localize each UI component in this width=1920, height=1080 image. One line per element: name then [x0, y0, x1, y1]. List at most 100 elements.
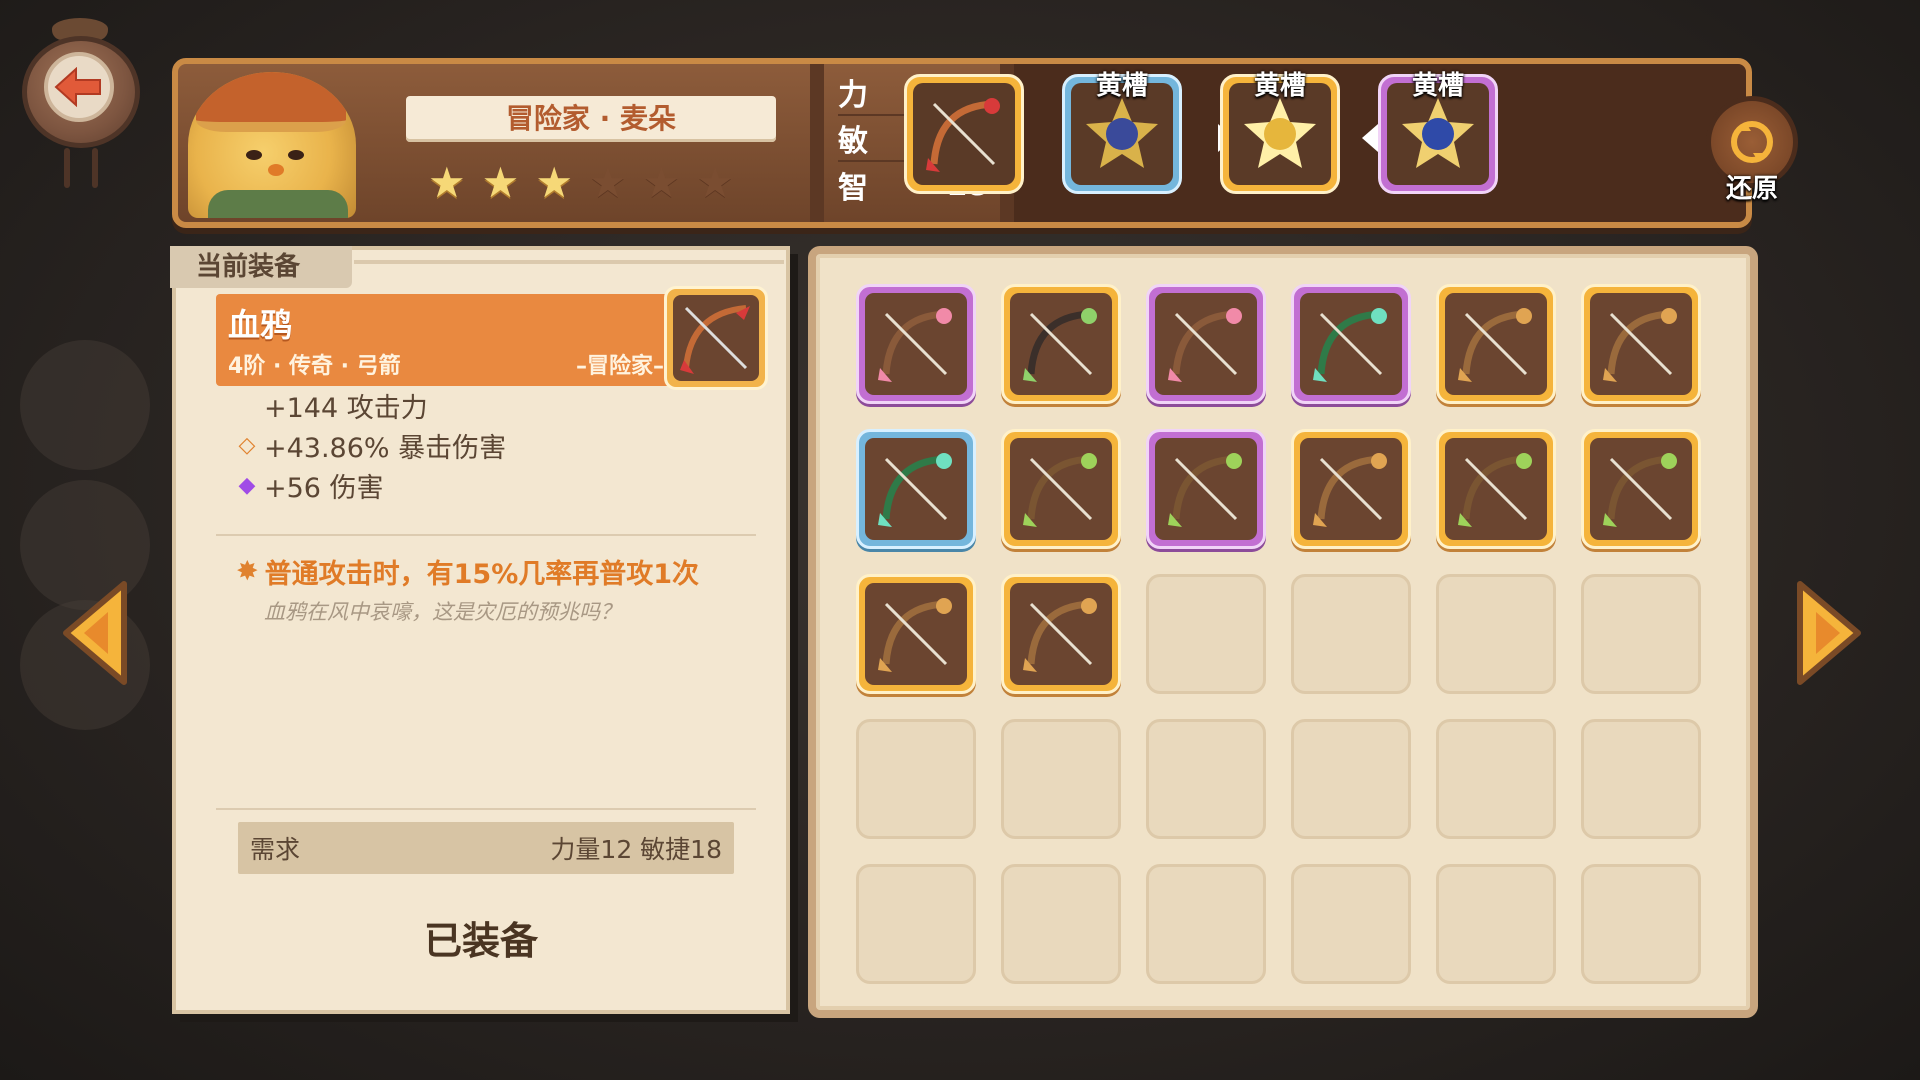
empty-inventory-slot[interactable] [856, 719, 976, 839]
wood-bow-icon [1010, 583, 1112, 685]
empty-inventory-slot[interactable] [1146, 864, 1266, 984]
inventory-item[interactable] [1436, 429, 1556, 549]
inventory-item[interactable] [1146, 284, 1266, 404]
inventory-panel [808, 246, 1758, 1018]
empty-inventory-slot[interactable] [1436, 574, 1556, 694]
equipped-item-icon [664, 286, 768, 390]
back-button-leg [64, 148, 70, 188]
next-page-arrow-icon[interactable] [1790, 578, 1866, 688]
inventory-grid [856, 284, 1701, 984]
attribute-text: +43.86% 暴击伤害 [264, 433, 507, 464]
inventory-item[interactable] [1146, 429, 1266, 549]
inventory-item[interactable] [1001, 574, 1121, 694]
item-tier-rarity-type: 4阶 · 传奇 · 弓箭 [228, 354, 401, 379]
inventory-item[interactable] [1291, 284, 1411, 404]
requirement-label: 需求 [250, 835, 301, 864]
item-attribute: ◆ +56 伤害 [236, 466, 384, 505]
inventory-item[interactable] [1291, 429, 1411, 549]
gem-slot[interactable]: 黄槽 [1378, 71, 1498, 194]
green-bow-icon [865, 438, 967, 540]
attribute-text: +56 伤害 [264, 473, 384, 504]
gem-slot[interactable]: 黄槽 [1062, 71, 1182, 194]
empty-inventory-slot[interactable] [1436, 719, 1556, 839]
back-button-leg [92, 148, 98, 188]
restore-label: 还原 [1725, 174, 1778, 204]
purple-diamond-icon: ◆ [238, 473, 256, 498]
selected-slot-arrow-right [1362, 124, 1378, 152]
item-special-effect: ✸ 普通攻击时，有15%几率再普攻1次 [236, 556, 700, 590]
empty-inventory-slot[interactable] [1001, 864, 1121, 984]
empty-inventory-slot[interactable] [1581, 719, 1701, 839]
item-attribute: +144 攻击力 [236, 386, 428, 425]
restore-icon [1731, 121, 1773, 163]
previous-page-arrow-icon[interactable] [58, 578, 134, 688]
item-flavor-text: 血鸦在风中哀嚎，这是灾厄的预兆吗？ [264, 600, 621, 624]
back-button[interactable] [14, 18, 144, 193]
bow-icon [673, 295, 759, 381]
inventory-item[interactable] [856, 429, 976, 549]
back-arrow-icon [44, 52, 114, 122]
empty-inventory-slot[interactable] [1436, 864, 1556, 984]
empty-star-icon: ★ [642, 158, 681, 207]
flower-bow-icon [1010, 293, 1112, 395]
inventory-item[interactable] [856, 284, 976, 404]
item-class: –冒险家– [575, 354, 664, 379]
stat-label: 敏 [838, 124, 868, 159]
character-star-rating: ★ ★ ★ ★ ★ ★ [428, 162, 734, 204]
requirement-value: 力量12 敏捷18 [550, 835, 722, 864]
stat-label: 智 [838, 171, 868, 206]
empty-inventory-slot[interactable] [1291, 574, 1411, 694]
effect-star-icon: ✸ [236, 556, 259, 587]
item-banner: 血鸦 4阶 · 传奇 · 弓箭 –冒险家– [216, 294, 676, 386]
inventory-item[interactable] [856, 574, 976, 694]
stat-label: 力 [838, 78, 868, 113]
pink-bow-icon [865, 293, 967, 395]
empty-inventory-slot[interactable] [1581, 574, 1701, 694]
character-header: 冒险家 · 麦朵 ★★★★★★ 力18敏18智18 黄槽黄槽黄槽 [172, 58, 1752, 228]
inventory-item[interactable] [1001, 429, 1121, 549]
leaf-bow-icon [1010, 438, 1112, 540]
weapon-slot[interactable] [904, 74, 1024, 194]
gem-slot[interactable]: 黄槽 [1220, 71, 1340, 194]
inventory-item[interactable] [1001, 284, 1121, 404]
empty-star-icon: ★ [588, 158, 627, 207]
empty-inventory-slot[interactable] [856, 864, 976, 984]
character-portrait [188, 72, 356, 218]
wood-bow-icon [865, 583, 967, 685]
filled-star-icon: ★ [481, 158, 520, 207]
wood-bow-icon [1590, 293, 1692, 395]
inventory-item[interactable] [1436, 284, 1556, 404]
equipment-detail-panel: 当前装备 血鸦 4阶 · 传奇 · 弓箭 –冒险家– +144 攻击力 ◇ +43.… [170, 246, 790, 1014]
side-menu-icon[interactable] [20, 340, 150, 470]
wood-bow-icon [1300, 438, 1402, 540]
slot-tag: 黄槽 [1411, 71, 1464, 101]
leaf-bow-icon [1590, 438, 1692, 540]
orange-diamond-icon: ◇ [238, 433, 256, 458]
pink-bow-icon [1155, 293, 1257, 395]
inventory-item[interactable] [1581, 429, 1701, 549]
attribute-text: +144 攻击力 [264, 393, 428, 424]
green-bow-icon [1300, 293, 1402, 395]
slot-tag: 黄槽 [1253, 71, 1306, 101]
empty-inventory-slot[interactable] [1291, 864, 1411, 984]
filled-star-icon: ★ [428, 158, 466, 207]
leaf-bow-icon [1445, 438, 1547, 540]
empty-inventory-slot[interactable] [1291, 719, 1411, 839]
item-requirements: 需求 力量12 敏捷18 [238, 822, 734, 874]
bow-icon [913, 83, 1015, 185]
equipped-status-button[interactable]: 已装备 [176, 910, 786, 965]
character-name: 冒险家 · 麦朵 [406, 96, 776, 142]
wood-bow-icon [1445, 293, 1547, 395]
filled-star-icon: ★ [535, 158, 573, 207]
leaf-bow-icon [1155, 438, 1257, 540]
item-name: 血鸦 [228, 306, 293, 344]
empty-inventory-slot[interactable] [1146, 574, 1266, 694]
empty-star-icon: ★ [696, 158, 734, 207]
empty-inventory-slot[interactable] [1581, 864, 1701, 984]
slot-tag: 黄槽 [1095, 71, 1148, 101]
empty-inventory-slot[interactable] [1146, 719, 1266, 839]
empty-inventory-slot[interactable] [1001, 719, 1121, 839]
current-equipment-tab: 当前装备 [170, 246, 352, 288]
inventory-item[interactable] [1581, 284, 1701, 404]
item-attribute: ◇ +43.86% 暴击伤害 [236, 426, 507, 465]
